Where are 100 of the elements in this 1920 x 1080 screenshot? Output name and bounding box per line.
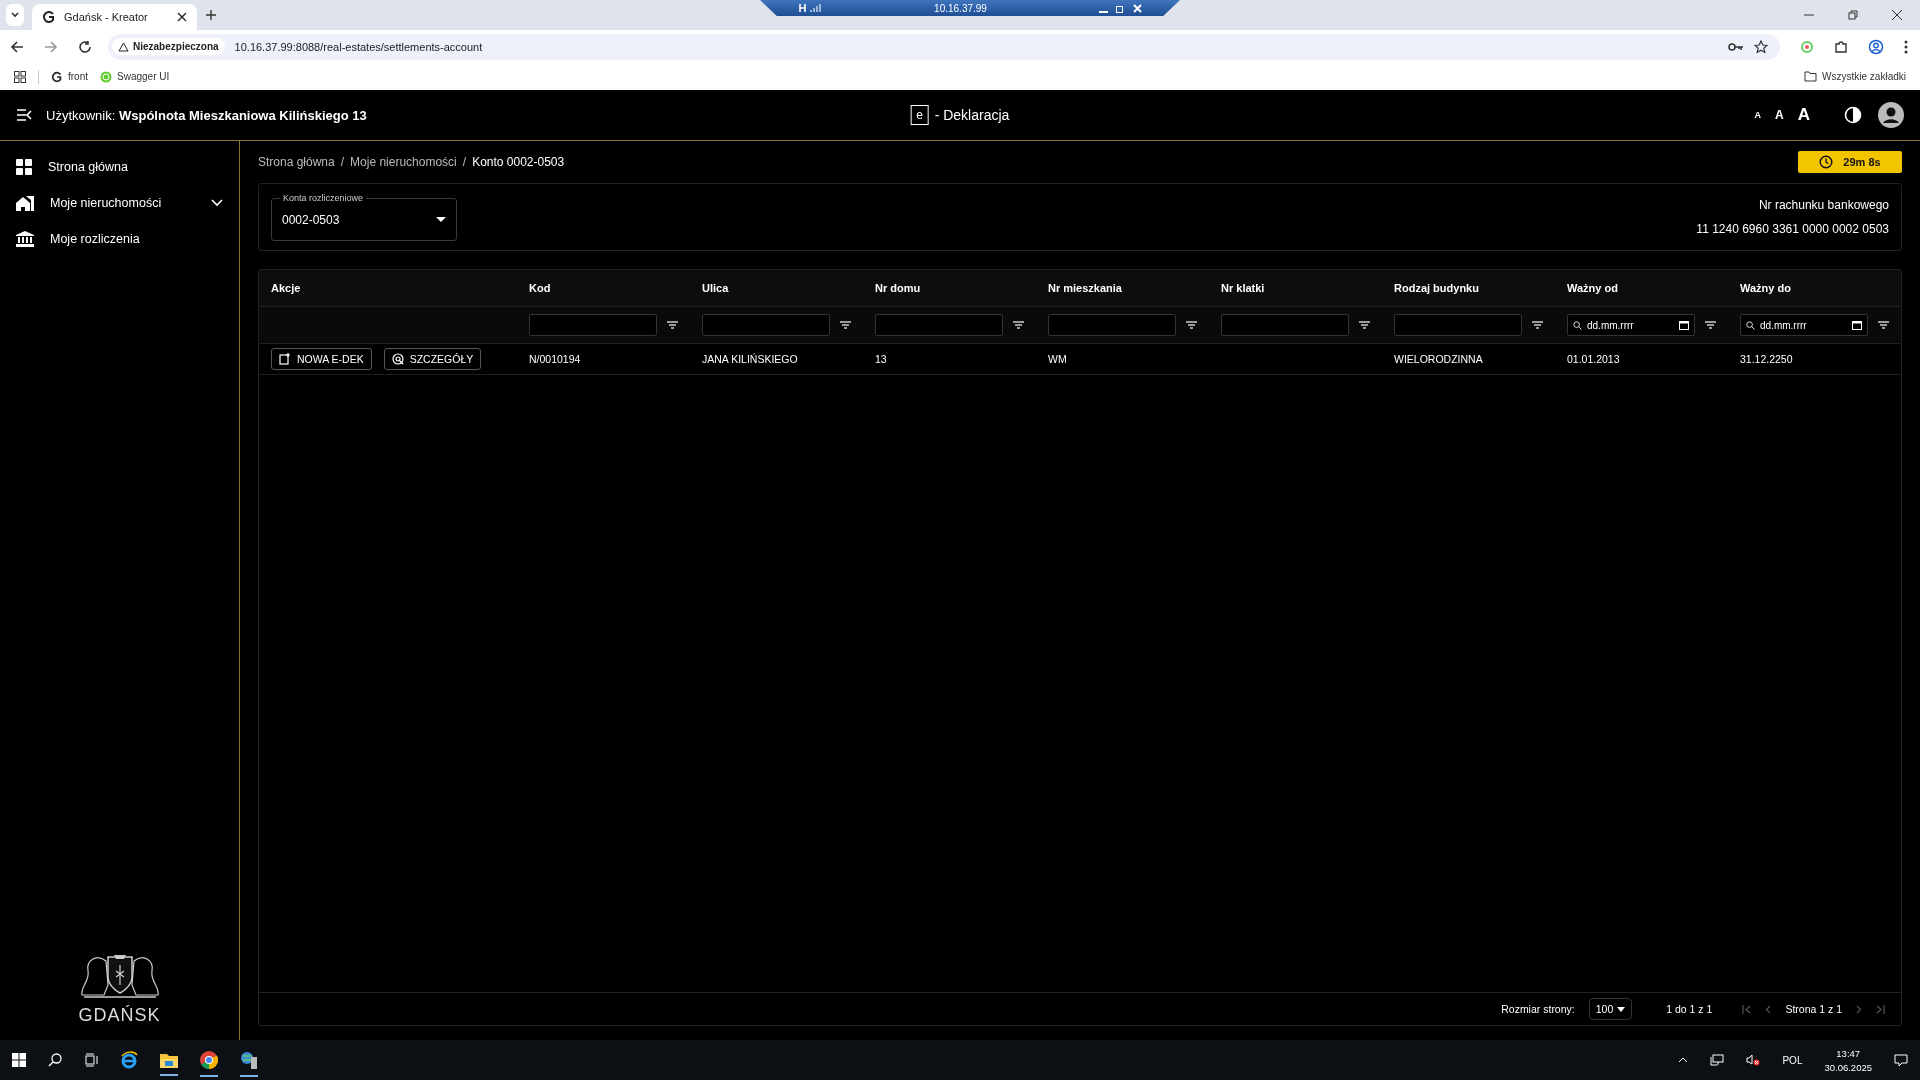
account-select[interactable]: Konta rozliczeniowe 0002-0503: [271, 193, 457, 241]
chevron-up-icon[interactable]: [1678, 1057, 1689, 1063]
filter-input[interactable]: [702, 314, 830, 336]
table-cell: 31.12.2250: [1740, 353, 1793, 365]
action-button[interactable]: NOWA E-DEK: [271, 348, 372, 370]
chevron-down-icon[interactable]: [211, 199, 223, 207]
first-page-icon[interactable]: [1742, 1004, 1752, 1014]
search-icon[interactable]: [48, 1053, 62, 1067]
column-header[interactable]: Nr domu: [863, 270, 1036, 306]
city-logo-text: GDAŃSK: [78, 1005, 161, 1026]
restore-icon[interactable]: [1116, 3, 1125, 13]
notification-icon[interactable]: [1894, 1053, 1908, 1067]
close-icon[interactable]: [177, 12, 187, 22]
volume-muted-icon[interactable]: [1746, 1054, 1761, 1066]
font-size-button[interactable]: A: [1752, 110, 1764, 120]
warning-icon: [118, 41, 129, 52]
filter-icon[interactable]: [1705, 321, 1716, 329]
filter-icon[interactable]: [667, 321, 678, 329]
add-document-icon: [279, 353, 291, 365]
previous-page-icon[interactable]: [1765, 1004, 1772, 1014]
filter-input[interactable]: [1048, 314, 1176, 336]
action-button[interactable]: SZCZEGÓŁY: [383, 348, 482, 370]
reload-icon[interactable]: [78, 39, 92, 54]
browser-tab[interactable]: Gdańsk - Kreator: [32, 4, 197, 30]
clock-icon: [1819, 155, 1834, 169]
extension-icon[interactable]: [1800, 39, 1814, 54]
tab-list-icon[interactable]: [6, 4, 24, 26]
browser-e-icon[interactable]: [120, 1051, 138, 1069]
apps-icon[interactable]: [14, 70, 26, 83]
site-icon: [51, 70, 63, 83]
network-icon[interactable]: [1710, 1054, 1725, 1066]
security-warning[interactable]: Niezabezpieczona: [112, 38, 225, 55]
date-filter-input[interactable]: dd.mm.rrrr: [1567, 314, 1695, 336]
contrast-icon[interactable]: [1844, 106, 1862, 124]
column-header[interactable]: Nr mieszkania: [1036, 270, 1209, 306]
bookmark-link[interactable]: Swagger UI: [100, 70, 170, 83]
nav-item[interactable]: Moje nieruchomości: [0, 185, 239, 221]
menu-icon[interactable]: [1904, 39, 1908, 54]
avatar-icon[interactable]: [1878, 102, 1904, 128]
task-view-icon[interactable]: [84, 1053, 98, 1067]
bookmark-link[interactable]: front: [51, 70, 88, 83]
filter-input[interactable]: [1221, 314, 1349, 336]
folder-icon[interactable]: [160, 1052, 178, 1076]
search-icon: [1746, 320, 1755, 330]
address-bar[interactable]: Niezabezpieczona 10.16.37.99:8088/real-estates/settlements-account: [108, 33, 1780, 60]
filter-input[interactable]: [875, 314, 1003, 336]
bank-account-label: Nr rachunku bankowego: [1758, 198, 1889, 212]
back-icon[interactable]: [10, 39, 24, 54]
date-filter-input[interactable]: dd.mm.rrrr: [1740, 314, 1868, 336]
next-page-icon[interactable]: [1856, 1004, 1862, 1014]
bank-account-number: 11 1240 6960 3361 0000 0002 0503: [1696, 222, 1889, 236]
column-header[interactable]: Rodzaj budynku: [1382, 270, 1555, 306]
column-header[interactable]: Ważny do: [1728, 270, 1901, 306]
filter-input[interactable]: [1394, 314, 1522, 336]
nav-item[interactable]: Strona główna: [0, 149, 239, 185]
remote-desktop-icon[interactable]: [240, 1051, 258, 1077]
calendar-icon[interactable]: [1679, 320, 1689, 330]
all-bookmarks-link[interactable]: Wszystkie zakładki: [1804, 71, 1906, 82]
column-header[interactable]: Akcje: [259, 270, 517, 306]
restore-icon[interactable]: [1848, 10, 1858, 20]
filter-icon[interactable]: [1878, 321, 1889, 329]
folder-icon: [1804, 71, 1818, 82]
filter-icon[interactable]: [1359, 321, 1370, 329]
clock[interactable]: 13:47 30.06.2025: [1824, 1047, 1872, 1073]
breadcrumb-link[interactable]: Strona główna: [258, 155, 335, 169]
calendar-icon[interactable]: [1852, 320, 1862, 330]
key-icon[interactable]: [1728, 41, 1744, 52]
font-size-button[interactable]: A: [1795, 105, 1812, 125]
dropdown-caret-icon[interactable]: [436, 217, 446, 222]
filter-icon[interactable]: [1532, 321, 1543, 329]
magnifier-icon: [391, 353, 404, 365]
filter-icon[interactable]: [840, 321, 851, 329]
font-size-button[interactable]: A: [1773, 108, 1786, 122]
forward-icon[interactable]: [44, 39, 58, 54]
column-header[interactable]: Ważny od: [1555, 270, 1728, 306]
menu-icon[interactable]: [16, 109, 32, 121]
table-cell: 01.01.2013: [1567, 353, 1620, 365]
site-icon: [42, 10, 56, 24]
close-icon[interactable]: [1892, 10, 1902, 20]
table-cell: WM: [1048, 353, 1067, 365]
dropdown-caret-icon[interactable]: [1617, 1006, 1626, 1012]
language-indicator[interactable]: POL: [1782, 1054, 1803, 1066]
row-range: 1 do 1 z 1: [1666, 1003, 1713, 1015]
page-size-select[interactable]: 100: [1588, 998, 1633, 1020]
last-page-icon[interactable]: [1876, 1004, 1885, 1014]
filter-icon[interactable]: [1186, 321, 1197, 329]
page-indicator: Strona 1 z 1: [1785, 1003, 1842, 1015]
column-header[interactable]: Nr klatki: [1209, 270, 1382, 306]
column-header[interactable]: Kod: [517, 270, 690, 306]
nav-item[interactable]: Moje rozliczenia: [0, 221, 239, 257]
filter-icon[interactable]: [1013, 321, 1024, 329]
new-tab-icon[interactable]: [205, 9, 217, 21]
breadcrumb-link[interactable]: Moje nieruchomości: [350, 155, 457, 169]
session-timer: 29m 8s: [1798, 151, 1902, 173]
windows-start-icon[interactable]: [12, 1053, 26, 1067]
star-icon[interactable]: [1754, 39, 1768, 54]
column-header[interactable]: Ulica: [690, 270, 863, 306]
chrome-icon[interactable]: [200, 1051, 218, 1077]
profile-icon[interactable]: [1868, 38, 1884, 55]
filter-input[interactable]: [529, 314, 657, 336]
